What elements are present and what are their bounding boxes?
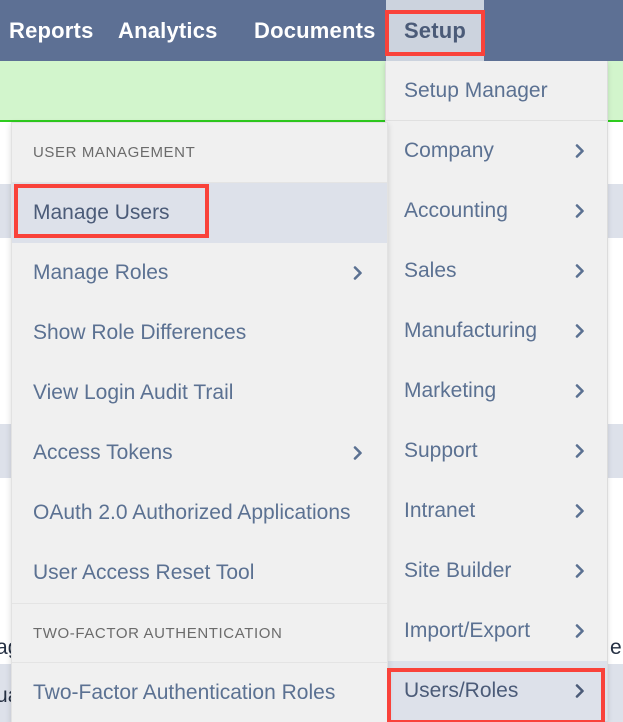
submenu-item-user-access-reset-tool[interactable]: User Access Reset Tool — [12, 543, 387, 603]
menu-item-import-export[interactable]: Import/Export — [386, 601, 607, 661]
chevron-right-icon — [573, 323, 587, 338]
submenu-item-manage-roles[interactable]: Manage Roles — [12, 243, 387, 303]
nav-item-reports[interactable]: Reports — [0, 0, 108, 61]
chevron-right-icon — [573, 503, 587, 518]
submenu-item-label: OAuth 2.0 Authorized Applications — [33, 501, 351, 524]
submenu-item-label: View Login Audit Trail — [33, 381, 234, 404]
chevron-right-icon — [573, 143, 587, 158]
submenu-item-oauth-authorized-applications[interactable]: OAuth 2.0 Authorized Applications — [12, 483, 387, 543]
background-text-fragment: e — [610, 636, 622, 659]
menu-item-label: Intranet — [404, 498, 476, 522]
menu-item-support[interactable]: Support — [386, 421, 607, 481]
submenu-item-view-login-audit-trail[interactable]: View Login Audit Trail — [12, 363, 387, 423]
chevron-right-icon — [351, 446, 365, 460]
chevron-right-icon — [573, 383, 587, 398]
section-header-two-factor-authentication: TWO-FACTOR AUTHENTICATION — [12, 603, 387, 663]
menu-item-label: Setup Manager — [404, 78, 548, 102]
menu-item-site-builder[interactable]: Site Builder — [386, 541, 607, 601]
menu-item-manufacturing[interactable]: Manufacturing — [386, 301, 607, 361]
menu-item-setup-manager[interactable]: Setup Manager — [386, 61, 607, 121]
menu-item-label: Site Builder — [404, 558, 512, 582]
menu-item-label: Import/Export — [404, 618, 531, 642]
menu-item-company[interactable]: Company — [386, 121, 607, 181]
menu-item-label: Users/Roles — [404, 678, 519, 702]
setup-dropdown-menu: Setup Manager Company Accounting Sales M… — [385, 61, 608, 721]
chevron-right-icon — [573, 563, 587, 578]
submenu-item-show-role-differences[interactable]: Show Role Differences — [12, 303, 387, 363]
chevron-right-icon — [351, 266, 365, 280]
section-header-user-management: USER MANAGEMENT — [12, 123, 387, 183]
menu-item-sales[interactable]: Sales — [386, 241, 607, 301]
menu-item-accounting[interactable]: Accounting — [386, 181, 607, 241]
nav-item-setup[interactable]: Setup — [386, 0, 484, 61]
submenu-item-label: Access Tokens — [33, 441, 173, 464]
screenshot-root: ag ua e Reports Analytics Documents Setu… — [0, 0, 623, 722]
nav-item-documents[interactable]: Documents — [240, 0, 390, 61]
menu-item-label: Company — [404, 138, 494, 162]
chevron-right-icon — [573, 263, 587, 278]
chevron-right-icon — [573, 683, 587, 698]
submenu-item-label: Manage Users — [33, 201, 170, 224]
submenu-item-label: User Access Reset Tool — [33, 561, 255, 584]
menu-item-intranet[interactable]: Intranet — [386, 481, 607, 541]
submenu-item-manage-users[interactable]: Manage Users — [12, 183, 387, 243]
submenu-item-label: Manage Roles — [33, 261, 169, 284]
menu-item-users-roles[interactable]: Users/Roles — [386, 661, 607, 721]
chevron-right-icon — [573, 623, 587, 638]
menu-item-label: Sales — [404, 258, 457, 282]
users-roles-submenu: USER MANAGEMENT Manage Users Manage Role… — [11, 122, 388, 722]
menu-item-marketing[interactable]: Marketing — [386, 361, 607, 421]
submenu-item-two-factor-authentication-roles[interactable]: Two-Factor Authentication Roles — [12, 663, 387, 722]
top-navigation-bar: Reports Analytics Documents Setup — [0, 0, 623, 61]
menu-item-label: Support — [404, 438, 478, 462]
menu-item-label: Manufacturing — [404, 318, 538, 342]
nav-item-analytics[interactable]: Analytics — [104, 0, 232, 61]
submenu-item-access-tokens[interactable]: Access Tokens — [12, 423, 387, 483]
submenu-item-label: Show Role Differences — [33, 321, 247, 344]
chevron-right-icon — [573, 203, 587, 218]
submenu-item-label: Two-Factor Authentication Roles — [33, 681, 336, 704]
chevron-right-icon — [573, 443, 587, 458]
menu-item-label: Marketing — [404, 378, 497, 402]
menu-item-label: Accounting — [404, 198, 508, 222]
